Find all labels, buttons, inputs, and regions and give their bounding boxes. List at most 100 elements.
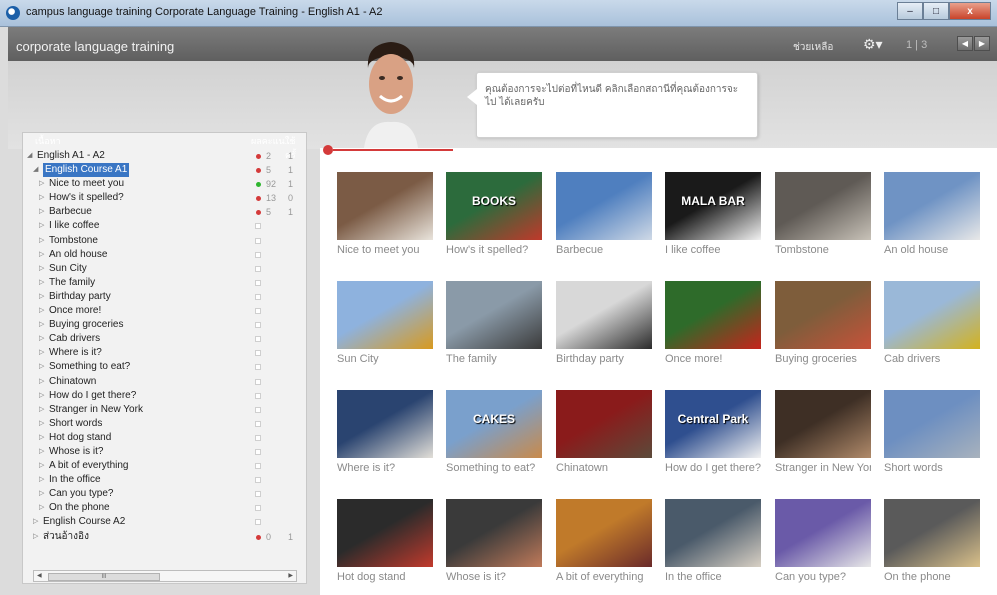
lesson-thumbnail[interactable]: Central Park [665,390,761,458]
collapsed-arrow-icon[interactable]: ▷ [39,304,44,318]
lesson-tile[interactable]: MALA BAR I like coffee [665,172,761,256]
collapsed-arrow-icon[interactable]: ▷ [39,191,44,205]
tree-item[interactable]: ▷ Nice to meet you 92 1 [23,177,306,191]
collapsed-arrow-icon[interactable]: ▷ [39,234,44,248]
horizontal-scrollbar[interactable]: ◀ III ▶ [33,570,297,582]
lesson-thumbnail[interactable] [337,390,433,458]
tree-item[interactable]: ▷ English Course A2 [23,515,306,529]
collapsed-arrow-icon[interactable]: ▷ [39,473,44,487]
lesson-tile[interactable]: On the phone [884,499,980,583]
lesson-thumbnail[interactable] [665,281,761,349]
lesson-tile[interactable]: Sun City [337,281,433,365]
collapsed-arrow-icon[interactable]: ▷ [39,501,44,515]
lesson-thumbnail[interactable] [884,499,980,567]
lesson-thumbnail[interactable] [337,499,433,567]
lesson-thumbnail[interactable] [884,172,980,240]
lesson-thumbnail[interactable] [775,499,871,567]
lesson-thumbnail[interactable] [337,281,433,349]
lesson-thumbnail[interactable] [337,172,433,240]
expanded-arrow-icon[interactable]: ◢ [33,163,38,177]
lesson-thumbnail[interactable] [556,281,652,349]
lesson-tile[interactable]: Tombstone [775,172,871,256]
tree-item[interactable]: ▷ Stranger in New York [23,403,306,417]
collapsed-arrow-icon[interactable]: ▷ [39,445,44,459]
collapsed-arrow-icon[interactable]: ▷ [39,248,44,262]
lesson-tile[interactable]: Whose is it? [446,499,542,583]
lesson-tile[interactable]: The family [446,281,542,365]
lesson-tile[interactable]: Can you type? [775,499,871,583]
lesson-thumbnail[interactable] [556,390,652,458]
tree-item[interactable]: ▷ How do I get there? [23,389,306,403]
column-content[interactable]: เนื้อหา [35,134,61,148]
lesson-tile[interactable]: An old house [884,172,980,256]
collapsed-arrow-icon[interactable]: ▷ [39,332,44,346]
scroll-right-icon[interactable]: ▶ [288,572,293,579]
tree-item[interactable]: ▷ Where is it? [23,346,306,360]
tree-item[interactable]: ▷ Short words [23,417,306,431]
tree-item[interactable]: ▷ Buying groceries [23,318,306,332]
lesson-thumbnail[interactable] [884,390,980,458]
collapsed-arrow-icon[interactable]: ▷ [39,417,44,431]
tree-item[interactable]: ◢ English Course A1 5 1 [23,163,306,178]
tree-item[interactable]: ▷ A bit of everything [23,459,306,473]
collapsed-arrow-icon[interactable]: ▷ [39,389,44,403]
collapsed-arrow-icon[interactable]: ▷ [39,360,44,374]
lesson-thumbnail[interactable] [775,281,871,349]
lesson-thumbnail[interactable] [556,172,652,240]
help-link[interactable]: ช่วยเหลือ [793,40,833,55]
collapsed-arrow-icon[interactable]: ▷ [39,346,44,360]
tree-item[interactable]: ▷ Cab drivers [23,332,306,346]
lesson-tile[interactable]: Nice to meet you [337,172,433,256]
tree-item[interactable]: ▷ An old house [23,248,306,262]
maximize-button[interactable]: □ [923,2,949,20]
collapsed-arrow-icon[interactable]: ▷ [39,262,44,276]
lesson-thumbnail[interactable] [665,499,761,567]
lesson-tile[interactable]: Chinatown [556,390,652,474]
tree-item[interactable]: ▷ Can you type? [23,487,306,501]
tree-item[interactable]: ▷ Hot dog stand [23,431,306,445]
collapsed-arrow-icon[interactable]: ▷ [39,403,44,417]
lesson-thumbnail[interactable] [884,281,980,349]
collapsed-arrow-icon[interactable]: ▷ [39,290,44,304]
tree-item[interactable]: ▷ Birthday party [23,290,306,304]
lesson-tile[interactable]: Birthday party [556,281,652,365]
lesson-tile[interactable]: BOOKS How's it spelled? [446,172,542,256]
tree-item[interactable]: ▷ Barbecue 5 1 [23,205,306,219]
lesson-thumbnail[interactable]: BOOKS [446,172,542,240]
tree-item[interactable]: ◢ English A1 - A2 2 1 [23,149,306,163]
collapsed-arrow-icon[interactable]: ▷ [39,276,44,290]
collapsed-arrow-icon[interactable]: ▷ [33,530,38,544]
lesson-thumbnail[interactable] [775,390,871,458]
lesson-thumbnail[interactable] [446,281,542,349]
lesson-thumbnail[interactable] [446,499,542,567]
lesson-tile[interactable]: Barbecue [556,172,652,256]
tree-item[interactable]: ▷ Something to eat? [23,360,306,374]
tree-item[interactable]: ▷ The family [23,276,306,290]
next-page-button[interactable]: ▶ [974,36,990,51]
collapsed-arrow-icon[interactable]: ▷ [39,431,44,445]
tree-item[interactable]: ▷ Whose is it? [23,445,306,459]
collapsed-arrow-icon[interactable]: ▷ [39,318,44,332]
tree-item[interactable]: ▷ Sun City [23,262,306,276]
lesson-thumbnail[interactable]: CAKES [446,390,542,458]
collapsed-arrow-icon[interactable]: ▷ [39,487,44,501]
lesson-tile[interactable]: A bit of everything [556,499,652,583]
collapsed-arrow-icon[interactable]: ▷ [39,219,44,233]
scroll-left-icon[interactable]: ◀ [37,572,42,579]
lesson-thumbnail[interactable] [775,172,871,240]
lesson-tile[interactable]: Central Park How do I get there? [665,390,761,474]
tree-item[interactable]: ▷ How's it spelled? 13 0 [23,191,306,205]
tree-item[interactable]: ▷ ส่วนอ้างอิง 0 1 [23,530,306,544]
lesson-tile[interactable]: Cab drivers [884,281,980,365]
lesson-tile[interactable]: Short words [884,390,980,474]
collapsed-arrow-icon[interactable]: ▷ [39,177,44,191]
lesson-tile[interactable]: Stranger in New York [775,390,871,474]
collapsed-arrow-icon[interactable]: ▷ [33,515,38,529]
expanded-arrow-icon[interactable]: ◢ [27,149,32,163]
collapsed-arrow-icon[interactable]: ▷ [39,459,44,473]
lesson-tile[interactable]: In the office [665,499,761,583]
lesson-tile[interactable]: CAKES Something to eat? [446,390,542,474]
collapsed-arrow-icon[interactable]: ▷ [39,375,44,389]
tree-item[interactable]: ▷ Chinatown [23,375,306,389]
settings-gear-icon[interactable]: ⚙▾ [863,36,883,53]
